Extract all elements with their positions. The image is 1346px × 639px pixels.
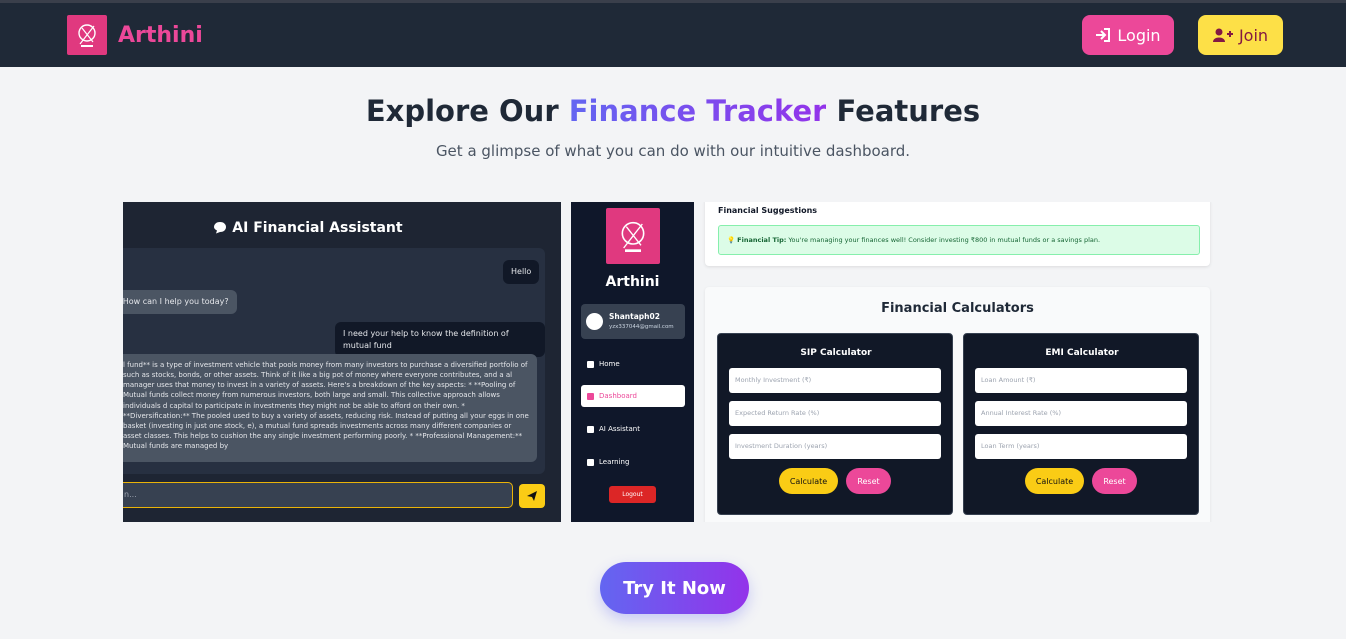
chat-title: AI Financial Assistant: [123, 220, 493, 236]
sidebar-item-ai-assistant[interactable]: AI Assistant: [581, 418, 685, 440]
calculators-title: Financial Calculators: [881, 301, 1034, 316]
chat-message-user: Hello: [503, 260, 540, 284]
user-card: Shantaph02 yzx337044@gmail.com: [581, 304, 685, 339]
chat-message-bot: l fund** is a type of investment vehicle…: [123, 354, 537, 462]
loan-amount-input[interactable]: Loan Amount (₹): [975, 368, 1187, 393]
sidebar-item-home[interactable]: Home: [581, 353, 685, 375]
chat-bubble-icon: [214, 222, 227, 234]
emi-calculator: EMI Calculator Loan Amount (₹) Annual In…: [963, 333, 1199, 515]
suggestions-card: Financial Suggestions 💡 Financial Tip: Y…: [705, 202, 1210, 266]
book-icon: [587, 458, 594, 466]
dashboard-icon: [587, 392, 594, 400]
suggestions-title: Financial Suggestions: [718, 206, 818, 215]
loan-term-input[interactable]: Loan Term (years): [975, 434, 1187, 459]
top-navbar: Arthini Login Join: [0, 0, 1346, 67]
home-icon: [587, 360, 594, 368]
lightbulb-icon: 💡: [727, 236, 736, 244]
robot-icon: [587, 425, 594, 433]
arthini-logo-icon: [606, 208, 660, 264]
sip-title: SIP Calculator: [800, 348, 872, 358]
sidebar-item-label: AI Assistant: [599, 425, 640, 433]
send-icon: [527, 491, 537, 501]
chat-messages: Hello ! How can I help you today? I need…: [123, 248, 545, 474]
logout-button[interactable]: Logout: [609, 486, 656, 503]
chat-message-user: I need your help to know the definition …: [335, 322, 545, 358]
arthini-logo-icon: [67, 15, 107, 55]
emi-title: EMI Calculator: [1045, 348, 1119, 358]
dashboard-preview: Financial Suggestions 💡 Financial Tip: Y…: [702, 202, 1227, 522]
sidebar-item-label: Learning: [599, 458, 630, 466]
chat-message-bot: ! How can I help you today?: [123, 290, 237, 314]
sidebar-item-label: Home: [599, 360, 620, 368]
title-prefix: Explore Our: [365, 94, 569, 128]
brand-name: Arthini: [118, 22, 203, 48]
tip-text: You're managing your finances well! Cons…: [786, 236, 1101, 244]
monthly-investment-input[interactable]: Monthly Investment (₹): [729, 368, 941, 393]
sip-reset-button[interactable]: Reset: [846, 468, 891, 494]
login-button[interactable]: Login: [1082, 15, 1174, 55]
username: Shantaph02: [609, 312, 660, 321]
calculators-card: Financial Calculators SIP Calculator Mon…: [705, 287, 1210, 522]
user-plus-icon: [1212, 28, 1233, 42]
title-accent: Finance Tracker: [568, 94, 827, 128]
title-suffix: Features: [826, 94, 981, 128]
return-rate-input[interactable]: Expected Return Rate (%): [729, 401, 941, 426]
page-title: Explore Our Finance Tracker Features: [0, 94, 1346, 128]
emi-calculate-button[interactable]: Calculate: [1025, 468, 1084, 494]
tip-label: Financial Tip:: [737, 236, 787, 244]
logout-label: Logout: [622, 491, 643, 498]
emi-reset-button[interactable]: Reset: [1092, 468, 1137, 494]
sidebar-item-learning[interactable]: Learning: [581, 451, 685, 473]
user-email: yzx337044@gmail.com: [609, 324, 674, 330]
financial-tip: 💡 Financial Tip: You're managing your fi…: [718, 225, 1200, 255]
chat-preview: AI Financial Assistant Hello ! How can I…: [123, 202, 561, 522]
sip-calculate-button[interactable]: Calculate: [779, 468, 838, 494]
sip-calculator: SIP Calculator Monthly Investment (₹) Ex…: [717, 333, 953, 515]
brand[interactable]: Arthini: [67, 15, 203, 55]
try-it-now-button[interactable]: Try It Now: [600, 562, 749, 614]
sidebar-brand: Arthini: [605, 274, 660, 290]
join-label: Join: [1238, 25, 1269, 45]
chat-title-text: AI Financial Assistant: [232, 220, 403, 236]
page-subtitle: Get a glimpse of what you can do with ou…: [435, 142, 911, 160]
chat-input[interactable]: n...: [123, 482, 513, 508]
sidebar-preview: Arthini Shantaph02 yzx337044@gmail.com H…: [571, 202, 694, 522]
sign-in-icon: [1096, 28, 1111, 42]
interest-rate-input[interactable]: Annual Interest Rate (%): [975, 401, 1187, 426]
duration-input[interactable]: Investment Duration (years): [729, 434, 941, 459]
avatar: [586, 313, 603, 330]
sidebar-item-dashboard[interactable]: Dashboard: [581, 385, 685, 407]
join-button[interactable]: Join: [1198, 15, 1283, 55]
login-label: Login: [1117, 25, 1161, 45]
sidebar-item-label: Dashboard: [599, 392, 637, 400]
send-button[interactable]: [519, 484, 545, 508]
